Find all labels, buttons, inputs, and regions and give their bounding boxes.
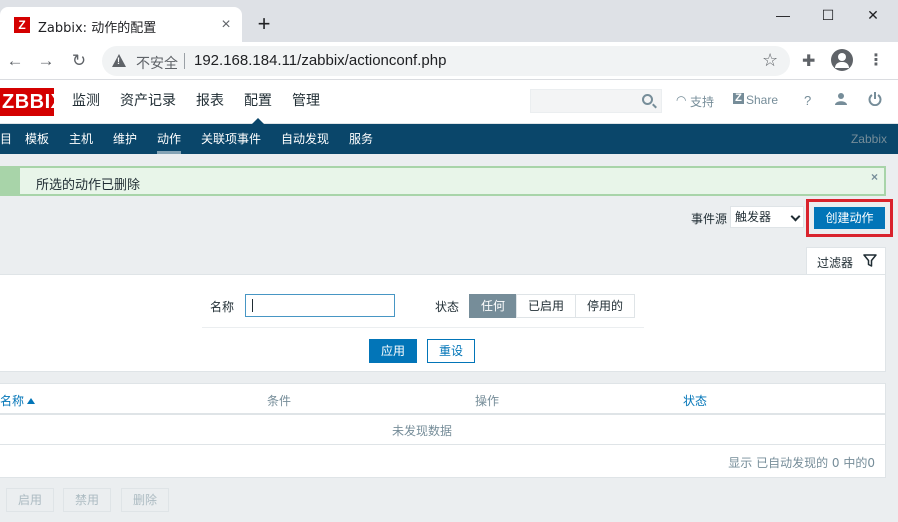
zabbix-logo[interactable]: ZBBIX [0, 88, 64, 116]
filter-panel: 名称 状态 任何 已启用 停用的 应用 重设 [0, 274, 886, 372]
subnav-item-discovery[interactable]: 自动发现 [281, 124, 329, 154]
tab-title: Zabbix: 动作的配置 [38, 21, 157, 36]
subnav-item-host-groups[interactable]: 目 [0, 124, 12, 154]
create-action-highlight: 创建动作 [806, 199, 893, 237]
column-header-conditions: 条件 [267, 394, 292, 408]
main-menu: 监测 资产记录 报表 配置 管理 [72, 80, 340, 124]
extensions-icon[interactable]: ✚ [802, 51, 815, 71]
sort-ascending-icon [27, 398, 36, 404]
back-arrow-icon[interactable]: ← [4, 50, 26, 72]
sub-navigation: 目 模板 主机 维护 动作 关联项事件 自动发现 服务 Zabbix [0, 124, 898, 154]
subnav-item-services[interactable]: 服务 [349, 124, 373, 154]
search-icon[interactable] [642, 94, 653, 105]
headset-icon[interactable]: ◠ [676, 93, 686, 107]
funnel-icon [863, 254, 877, 267]
filter-name-label: 名称 [210, 300, 235, 314]
profile-avatar-icon[interactable] [831, 49, 853, 71]
bookmark-star-icon[interactable]: ☆ [762, 50, 778, 71]
success-message-text: 所选的动作已删除 [36, 178, 141, 193]
filter-status-label: 状态 [435, 300, 460, 314]
global-search-input[interactable] [530, 89, 662, 113]
help-link[interactable]: ? [804, 93, 811, 108]
logout-icon[interactable] [868, 92, 882, 109]
insecure-label[interactable]: 不安全 [136, 53, 178, 73]
enable-selected-button[interactable]: 启用 [6, 488, 54, 512]
table-row-divider [0, 444, 886, 445]
subnav-brand: Zabbix [850, 132, 887, 146]
browser-toolbar: ← → ↻ 不安全 192.168.184.11/zabbix/actionco… [0, 42, 898, 80]
chevron-down-icon [790, 211, 801, 222]
menu-item-reports[interactable]: 报表 [196, 80, 224, 124]
status-disabled-radio[interactable]: 停用的 [575, 294, 635, 318]
delete-selected-button[interactable]: 删除 [121, 488, 169, 512]
forward-arrow-icon[interactable]: → [35, 50, 57, 72]
address-bar[interactable]: 不安全 192.168.184.11/zabbix/actionconf.php… [102, 46, 790, 76]
menu-item-administration[interactable]: 管理 [292, 80, 320, 124]
filter-tab[interactable]: 过滤器 [806, 247, 886, 274]
column-header-name[interactable]: 名称 [0, 392, 36, 409]
share-logo-icon[interactable]: Z [733, 93, 744, 104]
no-data-text: 未发现数据 [391, 424, 452, 438]
close-window-button[interactable]: ✕ [858, 4, 888, 26]
share-link[interactable]: Share [746, 93, 778, 107]
subnav-item-templates[interactable]: 模板 [25, 124, 49, 154]
maximize-button[interactable]: ☐ [813, 4, 843, 26]
event-source-select[interactable]: 触发器 [730, 206, 804, 228]
filter-tab-label: 过滤器 [817, 256, 854, 270]
warning-icon[interactable] [112, 54, 126, 67]
disable-selected-button[interactable]: 禁用 [63, 488, 111, 512]
zabbix-header: ZBBIX 监测 资产记录 报表 配置 管理 ◠ 支持 Z Share ? [0, 80, 898, 124]
subnav-item-event-correlation[interactable]: 关联项事件 [201, 124, 261, 154]
browser-menu-icon[interactable]: ⋮ [868, 50, 884, 70]
event-source-label: 事件源 [691, 212, 728, 226]
menu-item-configuration[interactable]: 配置 [244, 80, 272, 124]
status-enabled-radio[interactable]: 已启用 [516, 294, 576, 318]
tab-close-icon[interactable]: × [216, 15, 236, 35]
filter-reset-button[interactable]: 重设 [427, 339, 475, 363]
table-header-divider [0, 413, 886, 415]
filter-apply-button[interactable]: 应用 [369, 339, 417, 363]
url-text[interactable]: 192.168.184.11/zabbix/actionconf.php [194, 52, 446, 69]
zabbix-favicon-icon: Z [14, 17, 30, 33]
create-action-button[interactable]: 创建动作 [814, 207, 885, 229]
filter-name-input[interactable] [245, 294, 395, 317]
support-link[interactable]: 支持 [690, 93, 714, 110]
close-message-icon[interactable]: × [871, 170, 878, 184]
success-indicator [2, 168, 20, 194]
table-footer-count: 显示 已自动发现的 0 中的0 [728, 456, 875, 470]
user-profile-icon[interactable] [834, 92, 848, 109]
browser-tab[interactable]: Z Zabbix: 动作的配置 × [0, 7, 242, 42]
column-header-operations: 操作 [475, 394, 500, 408]
minimize-button[interactable]: — [768, 4, 798, 26]
success-message: 所选的动作已删除 × [0, 166, 886, 196]
reload-icon[interactable]: ↻ [68, 50, 90, 72]
subnav-item-hosts[interactable]: 主机 [69, 124, 93, 154]
actions-table: 名称 条件 操作 状态 未发现数据 显示 已自动发现的 0 中的0 [0, 383, 886, 478]
omnibox-separator [184, 53, 185, 69]
status-any-radio[interactable]: 任何 [469, 294, 517, 318]
column-header-name-label: 名称 [0, 394, 25, 408]
event-source-value: 触发器 [735, 210, 772, 224]
subnav-item-maintenance[interactable]: 维护 [113, 124, 137, 154]
filter-divider [202, 327, 644, 328]
menu-item-monitoring[interactable]: 监测 [72, 80, 100, 124]
column-header-status[interactable]: 状态 [683, 392, 707, 409]
browser-tab-bar: Z Zabbix: 动作的配置 × + — ☐ ✕ [0, 0, 898, 42]
subnav-item-actions[interactable]: 动作 [157, 124, 182, 154]
new-tab-button[interactable]: + [253, 13, 275, 35]
menu-item-inventory[interactable]: 资产记录 [120, 80, 176, 124]
